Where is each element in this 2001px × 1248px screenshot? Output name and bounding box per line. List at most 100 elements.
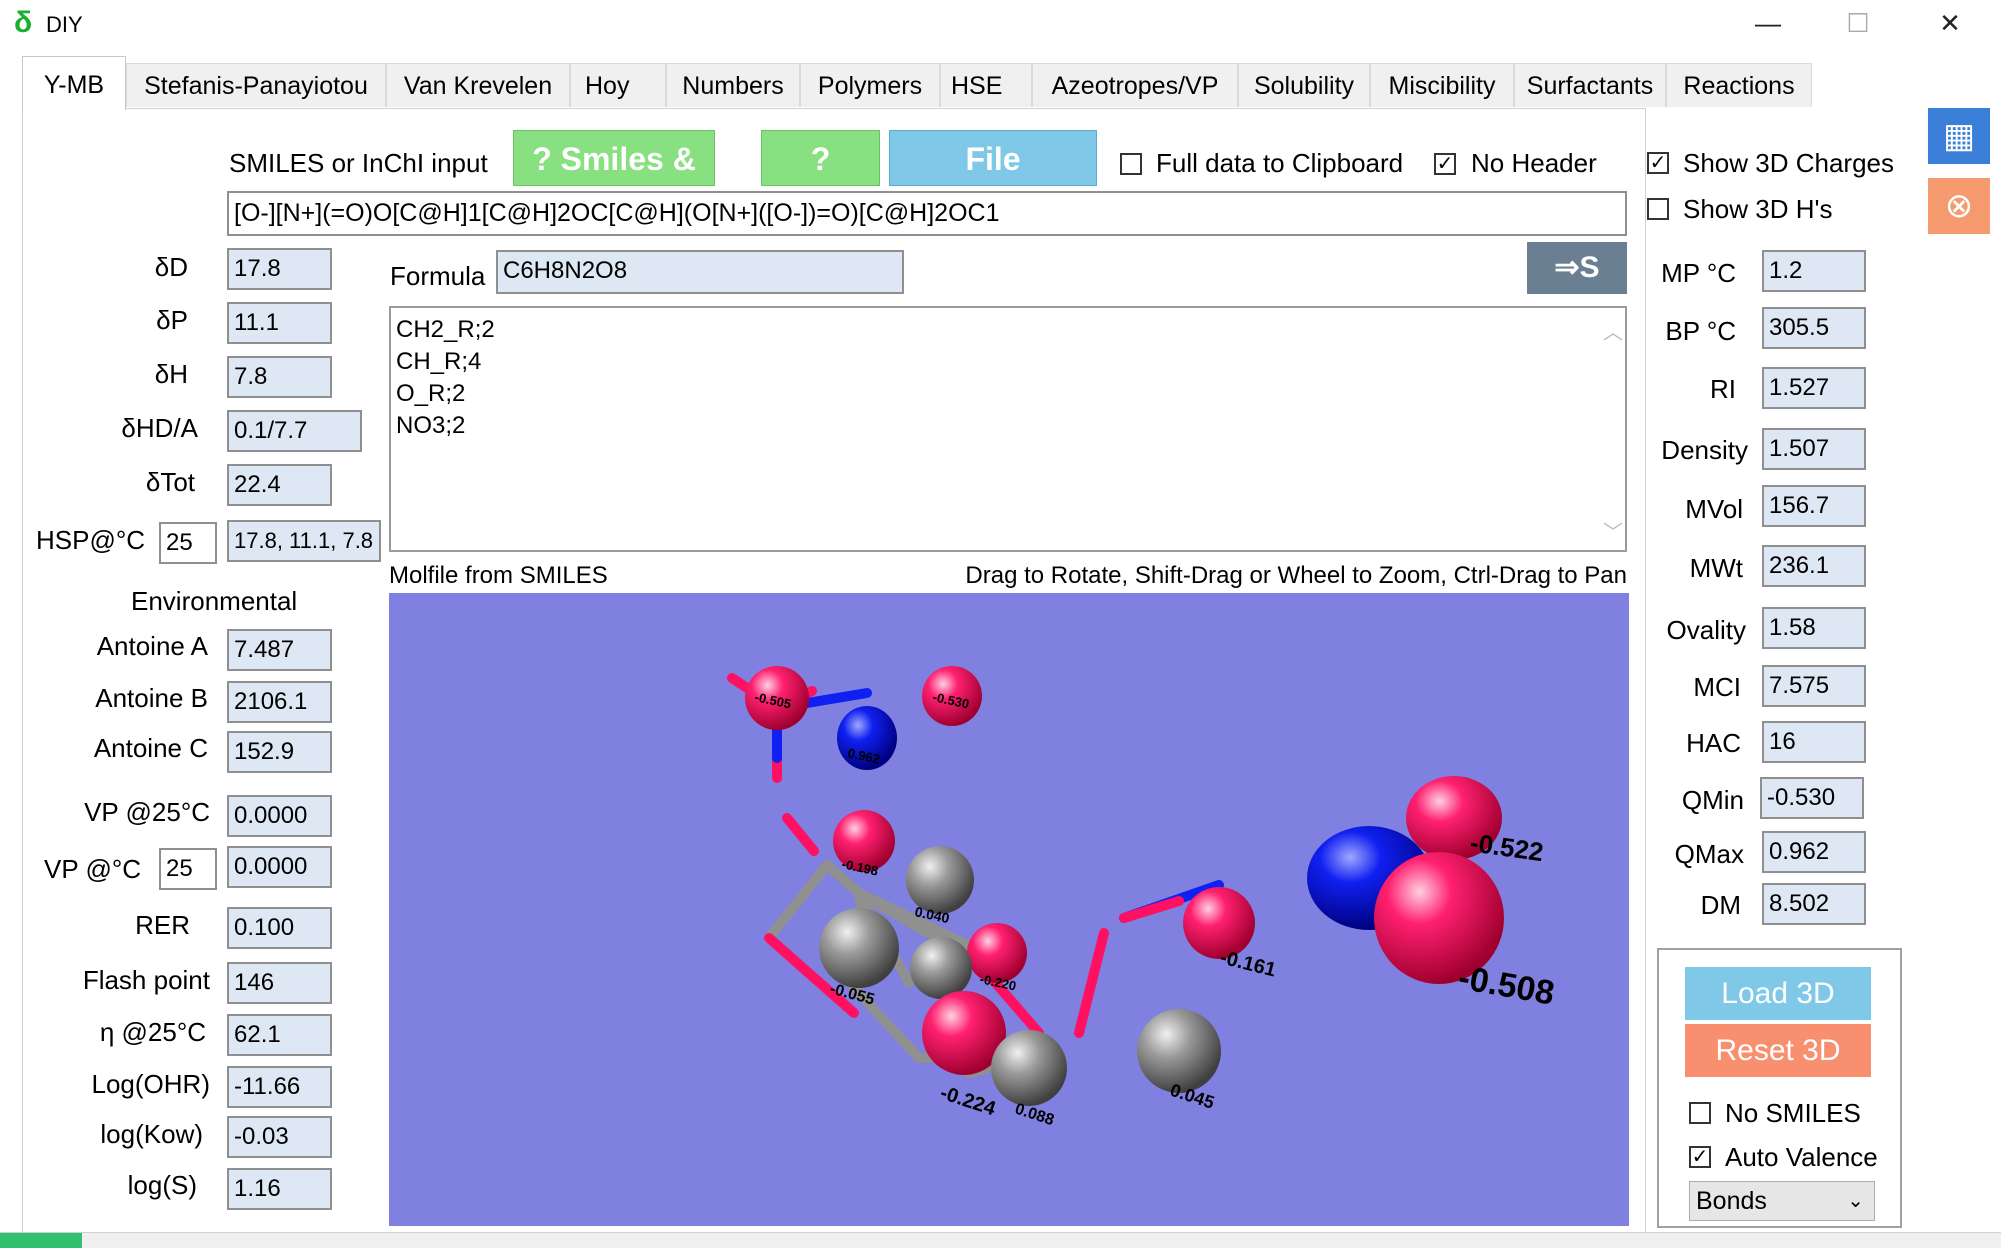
vp-at-field[interactable]: 0.0000 bbox=[227, 846, 332, 888]
flash-point-label: Flash point bbox=[82, 965, 210, 995]
groups-scrollbar[interactable]: ︿ ﹀ bbox=[1595, 312, 1625, 548]
dd-label: δD bbox=[154, 252, 188, 282]
vp25-field[interactable]: 0.0000 bbox=[227, 795, 332, 837]
atom-carbon bbox=[991, 1030, 1067, 1106]
group-line: CH_R;4 bbox=[396, 348, 482, 375]
charge-label: -0.522 bbox=[1468, 827, 1545, 867]
load-3d-button[interactable]: Load 3D bbox=[1685, 967, 1871, 1020]
density-field[interactable]: 1.507 bbox=[1762, 428, 1866, 470]
display-mode-dropdown[interactable]: Bonds ⌄ bbox=[1689, 1181, 1875, 1221]
log-kow-label: log(Kow) bbox=[100, 1119, 203, 1149]
dm-field[interactable]: 8.502 bbox=[1762, 883, 1866, 925]
show-3d-charges-checkbox[interactable]: ✓ bbox=[1647, 152, 1669, 174]
no-smiles-checkbox[interactable] bbox=[1689, 1102, 1711, 1124]
log-ohr-field[interactable]: -11.66 bbox=[227, 1066, 332, 1108]
group-line: CH2_R;2 bbox=[396, 316, 495, 343]
hsp-at-field[interactable]: 17.8, 11.1, 7.8 bbox=[227, 520, 381, 562]
molecule-render: -0.505 -0.530 0.962 -0.198 0.040 -0.055 … bbox=[727, 666, 1557, 1129]
ri-label: RI bbox=[1710, 374, 1736, 404]
density-label: Density bbox=[1661, 435, 1748, 465]
mp-field[interactable]: 1.2 bbox=[1762, 250, 1866, 292]
scroll-down-icon[interactable]: ﹀ bbox=[1603, 516, 1623, 545]
dd-field[interactable]: 17.8 bbox=[227, 248, 332, 290]
charge-label: -0.224 bbox=[937, 1082, 999, 1121]
viscosity-label: η @25°C bbox=[99, 1017, 206, 1047]
scroll-up-icon[interactable]: ︿ bbox=[1603, 316, 1623, 345]
group-line: O_R;2 bbox=[396, 380, 466, 407]
mvol-field[interactable]: 156.7 bbox=[1762, 485, 1866, 527]
hac-field[interactable]: 16 bbox=[1762, 721, 1866, 763]
dtot-label: δTot bbox=[145, 467, 195, 497]
close-circle-icon[interactable]: ⊗ bbox=[1928, 178, 1990, 234]
dtot-field[interactable]: 22.4 bbox=[227, 464, 332, 506]
groups-textarea[interactable]: CH2_R;2 CH_R;4 O_R;2 NO3;2 bbox=[389, 306, 1627, 552]
tab-hoy[interactable]: Hoy bbox=[570, 63, 666, 107]
tab-van-krevelen[interactable]: Van Krevelen bbox=[386, 63, 570, 107]
antoine-a-field[interactable]: 7.487 bbox=[227, 629, 332, 671]
antoine-b-label: Antoine B bbox=[95, 683, 208, 713]
viscosity-field[interactable]: 62.1 bbox=[227, 1014, 332, 1056]
app-icon: δ bbox=[14, 6, 33, 39]
qmax-label: QMax bbox=[1674, 839, 1744, 869]
log-s-field[interactable]: 1.16 bbox=[227, 1168, 332, 1210]
ovality-label: Ovality bbox=[1666, 615, 1746, 645]
ovality-field[interactable]: 1.58 bbox=[1762, 607, 1866, 649]
close-button[interactable]: ✕ bbox=[1915, 0, 1985, 46]
bp-field[interactable]: 305.5 bbox=[1762, 307, 1866, 349]
tab-surfactants[interactable]: Surfactants bbox=[1514, 63, 1666, 107]
hsp-temp-input[interactable]: 25 bbox=[159, 522, 217, 564]
smiles-help-button[interactable]: ? Smiles & bbox=[513, 130, 715, 186]
tab-stefanis-panayiotou[interactable]: Stefanis-Panayiotou bbox=[126, 63, 386, 107]
log-ohr-label: Log(OHR) bbox=[91, 1069, 210, 1099]
log-kow-field[interactable]: -0.03 bbox=[227, 1116, 332, 1158]
formula-field[interactable]: C6H8N2O8 bbox=[496, 250, 904, 294]
dp-field[interactable]: 11.1 bbox=[227, 302, 332, 344]
mwt-field[interactable]: 236.1 bbox=[1762, 545, 1866, 587]
rer-field[interactable]: 0.100 bbox=[227, 907, 332, 949]
mvol-label: MVol bbox=[1685, 494, 1743, 524]
dhda-field[interactable]: 0.1/7.7 bbox=[227, 410, 362, 452]
dp-label: δP bbox=[156, 305, 188, 335]
tab-y-mb[interactable]: Y-MB bbox=[22, 56, 126, 110]
molecule-3d-viewer[interactable]: -0.505 -0.530 0.962 -0.198 0.040 -0.055 … bbox=[389, 593, 1629, 1226]
vp-at-label: VP @°C bbox=[44, 854, 142, 884]
minimize-button[interactable]: — bbox=[1733, 0, 1803, 46]
vp-temp-input[interactable]: 25 bbox=[159, 848, 217, 890]
full-data-clipboard-label: Full data to Clipboard bbox=[1156, 148, 1404, 178]
tab-azeotropes-vp[interactable]: Azeotropes/VP bbox=[1032, 63, 1238, 107]
environmental-header: Environmental bbox=[131, 586, 298, 616]
auto-valence-label: Auto Valence bbox=[1725, 1142, 1878, 1172]
hac-label: HAC bbox=[1686, 728, 1741, 758]
tab-numbers[interactable]: Numbers bbox=[666, 63, 800, 107]
reset-3d-button[interactable]: Reset 3D bbox=[1685, 1024, 1871, 1077]
smiles-input[interactable]: [O-][N+](=O)O[C@H]1[C@H]2OC[C@H](O[N+]([… bbox=[227, 191, 1627, 236]
qmin-field[interactable]: -0.530 bbox=[1760, 777, 1864, 819]
no-header-checkbox[interactable]: ✓ bbox=[1434, 153, 1456, 175]
tab-reactions[interactable]: Reactions bbox=[1666, 63, 1812, 107]
mwt-label: MWt bbox=[1689, 553, 1743, 583]
full-data-clipboard-checkbox[interactable] bbox=[1120, 153, 1142, 175]
convert-to-smiles-button[interactable]: ⇒S bbox=[1527, 242, 1627, 294]
tab-miscibility[interactable]: Miscibility bbox=[1370, 63, 1514, 107]
mci-field[interactable]: 7.575 bbox=[1762, 665, 1866, 707]
display-mode-value: Bonds bbox=[1696, 1187, 1767, 1215]
tab-hse[interactable]: HSE bbox=[940, 63, 1032, 107]
maximize-button[interactable]: ☐ bbox=[1823, 0, 1893, 46]
help-button[interactable]: ? bbox=[761, 130, 880, 186]
file-button[interactable]: File bbox=[889, 130, 1097, 186]
antoine-b-field[interactable]: 2106.1 bbox=[227, 681, 332, 723]
dh-field[interactable]: 7.8 bbox=[227, 356, 332, 398]
calculator-icon[interactable]: ▦ bbox=[1928, 108, 1990, 164]
progress-indicator bbox=[0, 1233, 82, 1248]
viewer-right-caption: Drag to Rotate, Shift-Drag or Wheel to Z… bbox=[965, 562, 1627, 589]
ri-field[interactable]: 1.527 bbox=[1762, 367, 1866, 409]
show-3d-hs-label: Show 3D H's bbox=[1683, 194, 1833, 224]
auto-valence-checkbox[interactable]: ✓ bbox=[1689, 1146, 1711, 1168]
antoine-c-field[interactable]: 152.9 bbox=[227, 731, 332, 773]
qmax-field[interactable]: 0.962 bbox=[1762, 831, 1866, 873]
tab-polymers[interactable]: Polymers bbox=[800, 63, 940, 107]
antoine-c-label: Antoine C bbox=[93, 733, 208, 763]
flash-point-field[interactable]: 146 bbox=[227, 962, 332, 1004]
tab-solubility[interactable]: Solubility bbox=[1238, 63, 1370, 107]
show-3d-hs-checkbox[interactable] bbox=[1647, 198, 1669, 220]
